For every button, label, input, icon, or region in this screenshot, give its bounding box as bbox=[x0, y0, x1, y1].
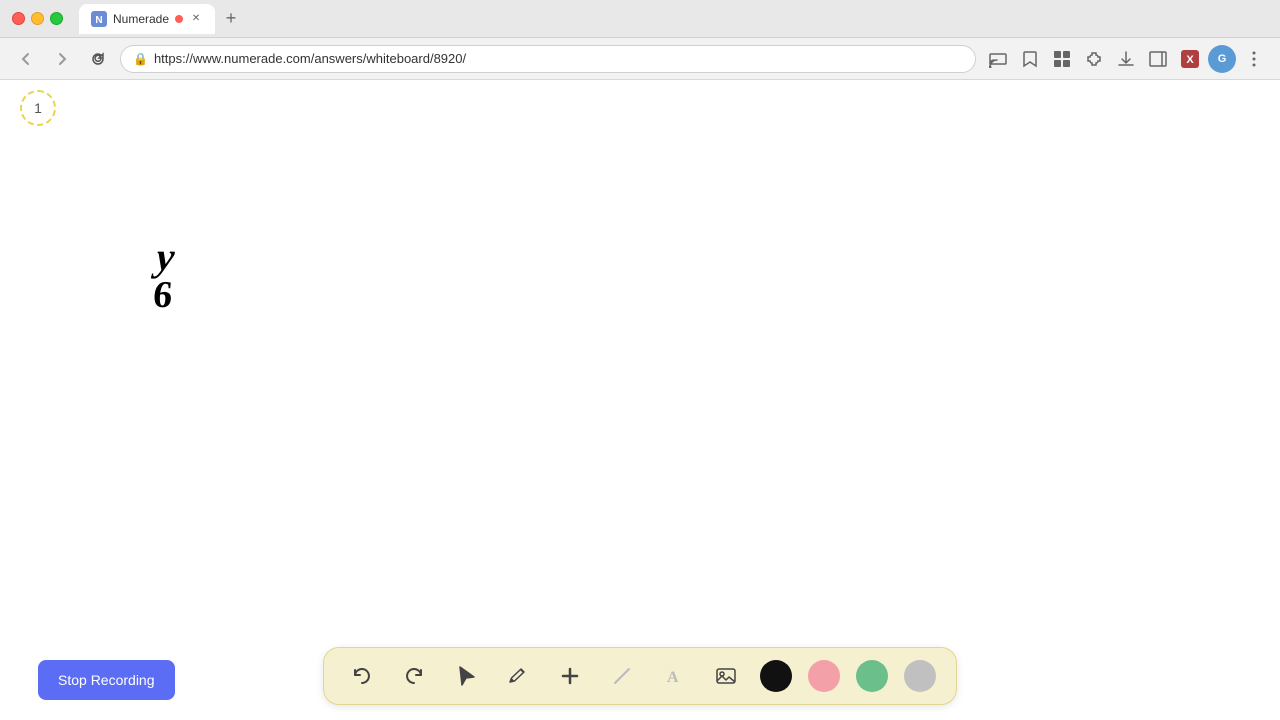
apps-button[interactable] bbox=[1048, 45, 1076, 73]
color-pink-button[interactable] bbox=[808, 660, 840, 692]
svg-text:X: X bbox=[1186, 54, 1194, 66]
title-bar: N Numerade ✕ + bbox=[0, 0, 1280, 38]
extensions-button[interactable] bbox=[1080, 45, 1108, 73]
bookmark-button[interactable] bbox=[1016, 45, 1044, 73]
puzzle-icon bbox=[1085, 50, 1103, 68]
back-button[interactable] bbox=[12, 45, 40, 73]
pen-icon bbox=[507, 665, 529, 687]
profile-avatar[interactable]: G bbox=[1208, 45, 1236, 73]
sidebar-button[interactable] bbox=[1144, 45, 1172, 73]
lock-icon: 🔒 bbox=[133, 52, 148, 66]
browser-window: N Numerade ✕ + 🔒 htt bbox=[0, 0, 1280, 720]
cast-icon bbox=[989, 50, 1007, 68]
address-bar[interactable]: 🔒 https://www.numerade.com/answers/white… bbox=[120, 45, 976, 73]
whiteboard[interactable]: 1 y 6 bbox=[0, 80, 1280, 720]
eraser-button[interactable] bbox=[604, 658, 640, 694]
svg-text:N: N bbox=[95, 15, 102, 26]
redo-icon bbox=[403, 665, 425, 687]
url-text: https://www.numerade.com/answers/whitebo… bbox=[154, 51, 963, 66]
forward-button[interactable] bbox=[48, 45, 76, 73]
menu-icon bbox=[1245, 50, 1263, 68]
tab-close-button[interactable]: ✕ bbox=[189, 12, 203, 26]
nav-actions: X G bbox=[984, 45, 1268, 73]
close-button[interactable] bbox=[12, 12, 25, 25]
tab-bar: N Numerade ✕ + bbox=[79, 4, 1268, 34]
color-gray-button[interactable] bbox=[904, 660, 936, 692]
undo-button[interactable] bbox=[344, 658, 380, 694]
text-button[interactable]: A bbox=[656, 658, 692, 694]
tab-title: Numerade bbox=[113, 12, 169, 26]
back-icon bbox=[18, 51, 34, 67]
apps-icon bbox=[1053, 50, 1071, 68]
image-icon bbox=[715, 665, 737, 687]
content-area: 1 y 6 Stop Recording bbox=[0, 80, 1280, 720]
select-button[interactable] bbox=[448, 658, 484, 694]
download-icon bbox=[1117, 50, 1135, 68]
refresh-button[interactable] bbox=[84, 45, 112, 73]
recording-indicator bbox=[175, 15, 183, 23]
undo-icon bbox=[351, 665, 373, 687]
page-number: 1 bbox=[20, 90, 56, 126]
plus-icon bbox=[559, 665, 581, 687]
pen-button[interactable] bbox=[500, 658, 536, 694]
svg-text:A: A bbox=[667, 669, 679, 686]
color-green-button[interactable] bbox=[856, 660, 888, 692]
drawn-y: y bbox=[155, 235, 178, 279]
bookmark-icon bbox=[1021, 50, 1039, 68]
color-black-button[interactable] bbox=[760, 660, 792, 692]
numerade-favicon: N bbox=[91, 11, 107, 27]
forward-icon bbox=[54, 51, 70, 67]
brand-icon: X bbox=[1181, 50, 1199, 68]
sidebar-icon bbox=[1149, 50, 1167, 68]
menu-button[interactable] bbox=[1240, 45, 1268, 73]
active-tab[interactable]: N Numerade ✕ bbox=[79, 4, 215, 34]
traffic-lights bbox=[12, 12, 63, 25]
minimize-button[interactable] bbox=[31, 12, 44, 25]
maximize-button[interactable] bbox=[50, 12, 63, 25]
refresh-icon bbox=[90, 51, 106, 67]
image-button[interactable] bbox=[708, 658, 744, 694]
cursor-icon bbox=[455, 665, 477, 687]
stop-recording-button[interactable]: Stop Recording bbox=[38, 660, 175, 700]
drawn-math-content: y 6 bbox=[151, 235, 177, 317]
bottom-toolbar: A bbox=[323, 647, 957, 705]
new-tab-button[interactable]: + bbox=[217, 5, 245, 33]
drawn-6: 6 bbox=[151, 275, 174, 317]
eraser-icon bbox=[611, 665, 633, 687]
add-button[interactable] bbox=[552, 658, 588, 694]
cast-button[interactable] bbox=[984, 45, 1012, 73]
nav-bar: 🔒 https://www.numerade.com/answers/white… bbox=[0, 38, 1280, 80]
download-button[interactable] bbox=[1112, 45, 1140, 73]
text-icon: A bbox=[663, 665, 685, 687]
brand-button[interactable]: X bbox=[1176, 45, 1204, 73]
redo-button[interactable] bbox=[396, 658, 432, 694]
